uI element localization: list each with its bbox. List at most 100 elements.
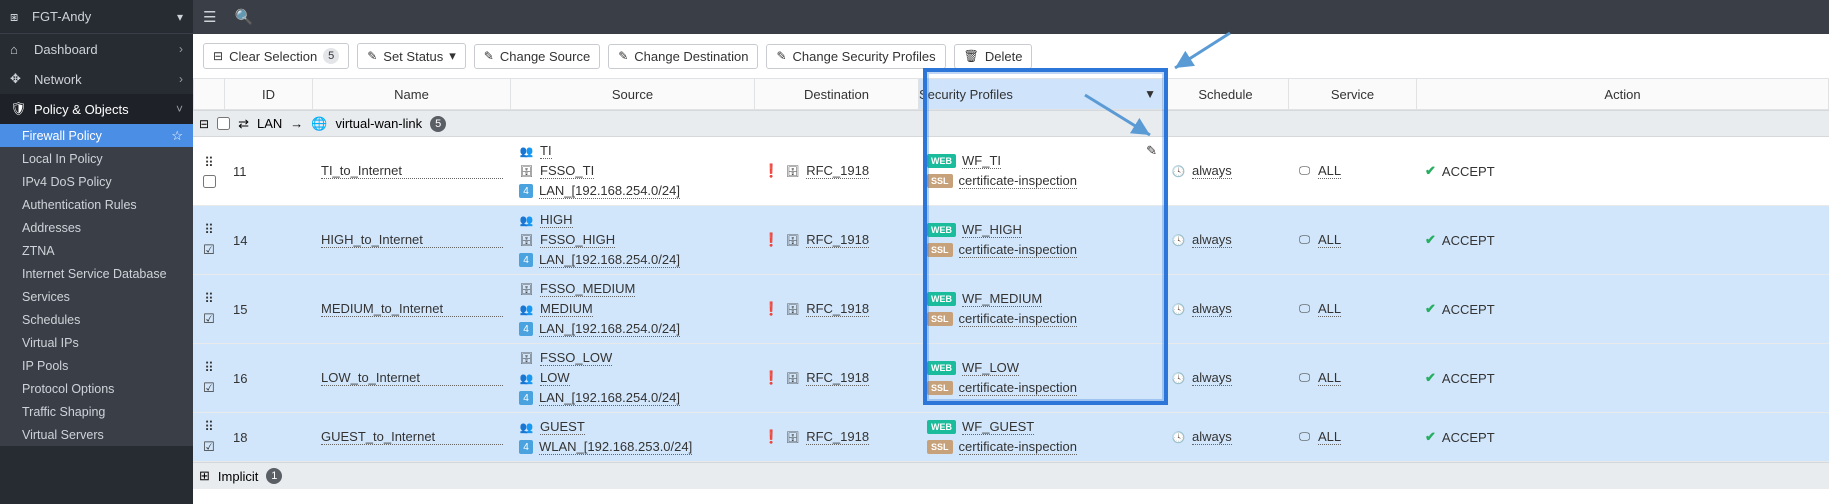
implicit-count: 1 [266,468,282,484]
chevron-icon: › [179,42,183,56]
subnav-internet-service-database[interactable]: Internet Service Database [0,262,193,285]
subnav-addresses[interactable]: Addresses [0,216,193,239]
source-value: LAN_[192.168.254.0/24] [539,252,680,268]
policy-row[interactable]: ⠿ ☑ 15 MEDIUM_to_Internet 🗄FSSO_MEDIUM👥M… [193,275,1829,344]
subnav-firewall-policy[interactable]: Firewall Policy☆ [0,124,193,147]
ssl-tag-icon: SSL [927,174,953,188]
interface-badge-icon: 4 [519,253,533,267]
destination-value: RFC_1918 [806,301,869,317]
subnav-services[interactable]: Services [0,285,193,308]
clear-icon: ⊟ [213,49,223,63]
ssl-tag-icon: SSL [927,243,953,257]
implicit-group-row[interactable]: ⊞ Implicit 1 [193,462,1829,489]
group-count: 5 [430,116,446,132]
security-profile-value: certificate-inspection [959,380,1078,396]
nav-dashboard[interactable]: ⌂Dashboard› [0,34,193,64]
host-selector[interactable]: ⧆ FGT-Andy ▾ [0,0,193,34]
source-value: FSSO_HIGH [540,232,615,248]
action-value: ACCEPT [1442,371,1495,386]
collapse-icon[interactable]: ⊟ [199,117,209,131]
policy-group-row[interactable]: ⊟ ⇄ LAN → 🌐 virtual-wan-link 5 [193,110,1829,137]
column-id[interactable]: ID [225,78,313,110]
subnav-ip-pools[interactable]: IP Pools [0,354,193,377]
column-schedule[interactable]: Schedule [1163,78,1289,110]
security-profile-value: WF_HIGH [962,222,1022,238]
schedule-value: always [1192,429,1232,445]
accept-icon: ✔ [1425,429,1436,445]
web-tag-icon: WEB [927,223,956,237]
policy-row[interactable]: ⠿ ☑ 14 HIGH_to_Internet 👥HIGH🗄FSSO_HIGH4… [193,206,1829,275]
source-value: TI [540,143,552,159]
nav-policy-objects[interactable]: 🛡Policy & Objects˅ [0,94,193,124]
schedule-icon: 🕓 [1171,233,1186,248]
checked-icon[interactable]: ☑ [203,242,215,258]
subnav-authentication-rules[interactable]: Authentication Rules [0,193,193,216]
subnav-local-in-policy[interactable]: Local In Policy [0,147,193,170]
nav-icon: ⌂ [10,42,28,57]
host-name: FGT-Andy [32,9,177,24]
delete-button[interactable]: 🗑 Delete [954,44,1033,69]
address-icon: 🗄 [785,430,800,445]
nav-network[interactable]: ✥Network› [0,64,193,94]
checked-icon[interactable]: ☑ [203,380,215,396]
accept-icon: ✔ [1425,301,1436,317]
service-icon: 🖵 [1297,164,1312,179]
source-value: HIGH [540,212,573,228]
interface-badge-icon: 4 [519,322,533,336]
group-checkbox[interactable] [217,117,230,130]
star-icon[interactable]: ☆ [171,128,183,144]
schedule-icon: 🕓 [1171,302,1186,317]
destination-value: RFC_1918 [806,232,869,248]
address-icon: 🗄 [785,302,800,317]
security-profile-value: certificate-inspection [959,439,1078,455]
subnav-ipv-dos-policy[interactable]: IPv4 DoS Policy [0,170,193,193]
ssl-tag-icon: SSL [927,381,953,395]
policy-row[interactable]: ⠿ ☑ 16 LOW_to_Internet 🗄FSSO_LOW👥LOW4LAN… [193,344,1829,413]
service-value: ALL [1318,301,1341,317]
search-icon[interactable]: 🔍 [234,8,253,26]
warn-icon: ❗ [763,370,779,386]
edit-icon: ✎ [618,49,628,63]
row-checkbox[interactable] [203,175,216,188]
checked-icon[interactable]: ☑ [203,439,215,455]
edit-icon: ✎ [367,49,377,63]
subnav-ztna[interactable]: ZTNA [0,239,193,262]
service-value: ALL [1318,232,1341,248]
subnav-protocol-options[interactable]: Protocol Options [0,377,193,400]
set-status-button[interactable]: ✎ Set Status ▾ [357,43,466,69]
web-tag-icon: WEB [927,420,956,434]
column-security-profiles[interactable]: Security Profiles ▼ [919,78,1163,110]
address-icon: 🗄 [785,164,800,179]
selection-count: 5 [323,48,339,64]
source-value: LAN_[192.168.254.0/24] [539,183,680,199]
service-value: ALL [1318,429,1341,445]
edit-icon[interactable]: ✎ [1146,143,1157,159]
change-source-button[interactable]: ✎ Change Source [474,44,600,69]
column-source[interactable]: Source [511,78,755,110]
column-destination[interactable]: Destination [755,78,919,110]
edit-icon: ✎ [776,49,786,63]
subnav-virtual-ips[interactable]: Virtual IPs [0,331,193,354]
change-destination-button[interactable]: ✎ Change Destination [608,44,758,69]
hamburger-icon[interactable]: ☰ [203,8,216,26]
subnav-virtual-servers[interactable]: Virtual Servers [0,423,193,446]
warn-icon: ❗ [763,163,779,179]
filter-icon[interactable]: ▼ [1144,87,1156,101]
chevron-icon: ˅ [176,102,183,116]
destination-value: RFC_1918 [806,370,869,386]
destination-value: RFC_1918 [806,163,869,179]
column-name[interactable]: Name [313,78,511,110]
trash-icon: 🗑 [964,49,979,63]
column-service[interactable]: Service [1289,78,1417,110]
subnav-schedules[interactable]: Schedules [0,308,193,331]
checked-icon[interactable]: ☑ [203,311,215,327]
column-action[interactable]: Action [1417,78,1829,110]
policy-row[interactable]: ⠿ ☑ 18 GUEST_to_Internet 👥GUEST4WLAN_[19… [193,413,1829,462]
accept-icon: ✔ [1425,232,1436,248]
change-security-profiles-button[interactable]: ✎ Change Security Profiles [766,44,945,69]
expand-icon[interactable]: ⊞ [199,468,210,484]
policy-row[interactable]: ⠿ 11 TI_to_Internet 👥TI🗄FSSO_TI4LAN_[192… [193,137,1829,206]
clear-selection-button[interactable]: ⊟ Clear Selection 5 [203,43,349,69]
schedule-value: always [1192,301,1232,317]
subnav-traffic-shaping[interactable]: Traffic Shaping [0,400,193,423]
